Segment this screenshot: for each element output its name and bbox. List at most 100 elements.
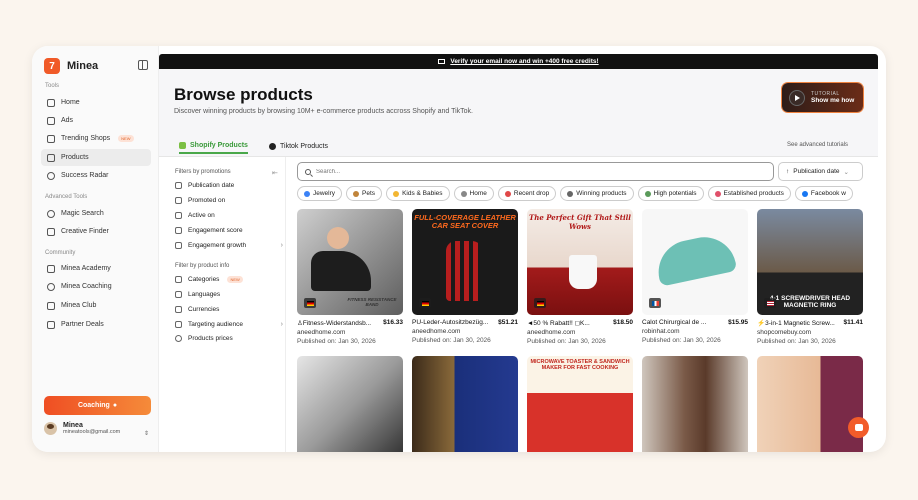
product-card[interactable]: The Perfect Gift That Still Wows ◄50 % R… xyxy=(527,209,633,345)
product-card[interactable]: FITNESS RESISTANCE BAND ♙Fitness-Widerst… xyxy=(297,209,403,345)
filter-engagement-score[interactable]: Engagement score xyxy=(175,227,283,234)
chevron-right-icon: › xyxy=(280,242,283,249)
chip-established-products[interactable]: Established products xyxy=(707,186,791,201)
minea-logo-icon: 7 xyxy=(44,58,60,74)
sidebar-collapse-icon[interactable] xyxy=(138,60,148,70)
sidebar-item-label: Partner Deals xyxy=(61,321,104,328)
sidebar-item-minea-academy[interactable]: Minea Academy xyxy=(41,260,151,277)
chevron-right-icon: › xyxy=(280,321,283,328)
product-image[interactable]: 4-1 SCREWDRIVER HEAD MAGNETIC RING xyxy=(757,209,863,315)
filter-active-on[interactable]: Active on xyxy=(175,212,283,219)
filter-products-prices[interactable]: Products prices xyxy=(175,335,283,342)
product-title[interactable]: ⚡3-in-1 Magnetic Screw... xyxy=(757,319,835,327)
product-card[interactable]: Calot Chirurgical de ... $15.95 robinhat.… xyxy=(642,209,748,344)
chevron-updown-icon[interactable]: ⇕ xyxy=(144,430,149,437)
sidebar-item-home[interactable]: Home xyxy=(41,94,151,111)
sidebar-item-trending-shops[interactable]: Trending Shops NEW xyxy=(41,130,151,147)
product-image[interactable] xyxy=(297,356,403,452)
product-title[interactable]: PU-Leder-Autositzbezüg... xyxy=(412,319,488,326)
banner-text: Verify your email now and win +400 free … xyxy=(450,58,599,65)
chip-kids-babies[interactable]: Kids & Babies xyxy=(386,186,450,201)
product-image[interactable] xyxy=(642,356,748,452)
user-menu[interactable]: Minea mineatools@gmail.com xyxy=(44,422,120,435)
sidebar-item-success-radar[interactable]: Success Radar xyxy=(41,167,151,184)
product-image[interactable]: MICROWAVE TOASTER & SANDWICH MAKER FOR F… xyxy=(527,356,633,452)
product-image[interactable] xyxy=(412,356,518,452)
brand[interactable]: 7 Minea xyxy=(44,58,98,74)
product-card[interactable]: 4-1 SCREWDRIVER HEAD MAGNETIC RING ⚡3-in… xyxy=(757,209,863,345)
jewelry-icon xyxy=(304,190,310,197)
sidebar-item-label: Minea Coaching xyxy=(61,283,112,290)
chat-support-icon[interactable] xyxy=(848,417,869,438)
product-image[interactable]: FITNESS RESISTANCE BAND xyxy=(297,209,403,315)
filter-panel: Filters by promotions ⇤ Publication date… xyxy=(159,157,286,452)
shopify-icon xyxy=(179,142,186,149)
product-title[interactable]: Calot Chirurgical de ... xyxy=(642,319,706,326)
tab-tiktok-products[interactable]: Tiktok Products xyxy=(269,139,328,154)
sidebar-item-ads[interactable]: Ads xyxy=(41,112,151,129)
chip-recent-drop[interactable]: Recent drop xyxy=(497,186,557,201)
chip-winning-products[interactable]: Winning products xyxy=(560,186,634,201)
coaching-button-label: Coaching xyxy=(77,402,110,409)
image-caption: The Perfect Gift That Still Wows xyxy=(529,213,631,231)
filter-label: Targeting audience xyxy=(188,321,243,328)
see-advanced-tutorials-link[interactable]: See advanced tutorials xyxy=(787,142,848,148)
product-card[interactable] xyxy=(297,356,403,452)
filter-currencies[interactable]: Currencies xyxy=(175,306,283,313)
chevron-down-icon: ⌄ xyxy=(843,168,849,176)
product-card[interactable] xyxy=(642,356,748,452)
search-input[interactable] xyxy=(316,168,736,175)
filter-engagement-growth[interactable]: Engagement growth › xyxy=(175,242,283,249)
sidebar-item-minea-club[interactable]: Minea Club xyxy=(41,297,151,314)
product-card[interactable]: FULL-COVERAGE LEATHER CAR SEAT COVER PU-… xyxy=(412,209,518,344)
product-domain[interactable]: aneedhome.com xyxy=(297,329,403,336)
chip-high-potentials[interactable]: High potentials xyxy=(637,186,704,201)
product-image[interactable]: The Perfect Gift That Still Wows xyxy=(527,209,633,315)
sidebar: 7 Minea Tools Home Ads Trending Shops NEW… xyxy=(32,46,159,452)
thumbs-up-icon xyxy=(175,227,182,234)
product-image[interactable] xyxy=(757,356,863,452)
tab-label: Tiktok Products xyxy=(280,143,328,150)
avatar xyxy=(44,422,57,435)
flag-fr-icon xyxy=(649,298,661,308)
filter-publication-date[interactable]: Publication date xyxy=(175,182,283,189)
chip-jewelry[interactable]: Jewelry xyxy=(297,186,343,201)
sidebar-item-creative-finder[interactable]: Creative Finder xyxy=(41,223,151,240)
filter-label: Currencies xyxy=(188,306,220,313)
collapse-filters-icon[interactable]: ⇤ xyxy=(272,169,278,177)
filter-targeting-audience[interactable]: Targeting audience › xyxy=(175,321,283,328)
flag-de-icon xyxy=(304,298,316,308)
product-card[interactable] xyxy=(757,356,863,452)
sidebar-item-minea-coaching[interactable]: Minea Coaching xyxy=(41,278,151,295)
product-domain[interactable]: shopcomebuy.com xyxy=(757,329,863,336)
search-bar[interactable] xyxy=(297,162,774,181)
verify-email-banner[interactable]: Verify your email now and win +400 free … xyxy=(159,54,878,69)
sort-dropdown[interactable]: ↑ Publication date ⌄ xyxy=(778,162,863,181)
chip-pets[interactable]: Pets xyxy=(346,186,383,201)
product-image[interactable]: FULL-COVERAGE LEATHER CAR SEAT COVER xyxy=(412,209,518,315)
sidebar-item-partner-deals[interactable]: Partner Deals xyxy=(41,316,151,333)
sidebar-item-products[interactable]: Products xyxy=(41,149,151,166)
product-title[interactable]: ♙Fitness-Widerstandsb... xyxy=(297,319,371,327)
product-image[interactable] xyxy=(642,209,748,315)
filter-promoted-on[interactable]: Promoted on xyxy=(175,197,283,204)
product-title[interactable]: ◄50 % Rabatt!! ◻K... xyxy=(527,319,590,327)
app-window: 7 Minea Tools Home Ads Trending Shops NEW… xyxy=(32,46,886,452)
filter-languages[interactable]: Languages xyxy=(175,291,283,298)
sidebar-item-label: Products xyxy=(61,154,89,161)
product-domain[interactable]: aneedhome.com xyxy=(527,329,633,336)
tab-shopify-products[interactable]: Shopify Products xyxy=(179,139,248,154)
coaching-button[interactable]: Coaching ● xyxy=(44,396,151,415)
product-domain[interactable]: robinhat.com xyxy=(642,328,748,335)
product-domain[interactable]: aneedhome.com xyxy=(412,328,518,335)
product-card[interactable] xyxy=(412,356,518,452)
chip-home[interactable]: Home xyxy=(453,186,494,201)
chip-facebook[interactable]: Facebook w xyxy=(794,186,853,201)
product-card[interactable]: MICROWAVE TOASTER & SANDWICH MAKER FOR F… xyxy=(527,356,633,452)
club-icon xyxy=(47,301,55,310)
filter-categories[interactable]: Categories NEW xyxy=(175,276,283,283)
tutorial-button[interactable]: TUTORIAL Show me how xyxy=(782,83,863,112)
sidebar-item-magic-search[interactable]: Magic Search xyxy=(41,205,151,222)
chip-label: High potentials xyxy=(653,190,697,197)
product-price: $51.21 xyxy=(498,319,518,326)
